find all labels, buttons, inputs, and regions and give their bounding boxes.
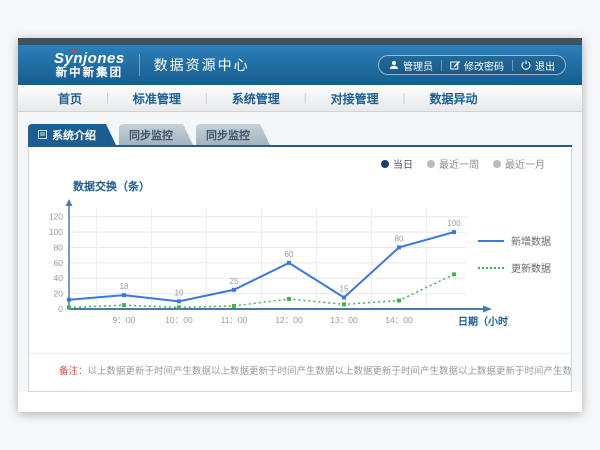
radio-last-week[interactable]: 最近一周: [427, 156, 479, 171]
app-window: Synjones 新中新集团 数据资源中心 管理员 修改密码 退出 首页 | 标…: [18, 38, 582, 412]
time-range-filter: 当日 最近一周 最近一月: [381, 156, 545, 171]
svg-text:15: 15: [340, 284, 349, 293]
radio-last-month[interactable]: 最近一月: [493, 156, 545, 171]
svg-text:11：00: 11：00: [221, 315, 248, 325]
tab-sync-monitor-2[interactable]: 同步监控: [196, 124, 270, 145]
legend-item-new-data[interactable]: 新增数据: [478, 233, 551, 248]
user-toolbar: 管理员 修改密码 退出: [378, 55, 566, 75]
app-header: Synjones 新中新集团 数据资源中心 管理员 修改密码 退出: [18, 45, 582, 85]
svg-text:20: 20: [54, 289, 64, 299]
svg-text:18: 18: [120, 282, 129, 291]
edit-icon: [450, 60, 460, 70]
chart-wrap: 0 20 40 60 80 100 120 9：00 10：00 11：00 12：00 13：00 1…: [39, 197, 509, 354]
svg-text:60: 60: [54, 258, 64, 268]
content-area: 系统介绍 同步监控 同步监控 当日 最近一周: [18, 112, 582, 392]
window-top-strip: [18, 38, 582, 45]
svg-text:25: 25: [230, 277, 239, 286]
svg-text:120: 120: [49, 212, 63, 222]
svg-text:10：00: 10：00: [165, 315, 193, 325]
radio-dot-icon: [381, 160, 389, 168]
user-icon: [389, 60, 399, 70]
pill-separator: [441, 60, 442, 71]
main-nav: 首页 | 标准管理 | 系统管理 | 对接管理 | 数据异动: [18, 85, 582, 112]
radio-today[interactable]: 当日: [381, 156, 413, 171]
pill-separator: [512, 60, 513, 71]
tab-system-intro[interactable]: 系统介绍: [28, 124, 116, 145]
header-divider: [139, 54, 140, 76]
line-chart: 0 20 40 60 80 100 120 9：00 10：00 11：00 12：00 13：00 1…: [39, 197, 509, 349]
legend-item-update-data[interactable]: 更新数据: [478, 260, 551, 275]
tab-bar: 系统介绍 同步监控 同步监控: [28, 124, 572, 145]
footnote-label: 备注：: [59, 366, 88, 377]
svg-text:12：00: 12：00: [275, 315, 303, 325]
y-axis-title: 数据交换（条）: [73, 178, 150, 194]
nav-item-interface-mgmt[interactable]: 对接管理: [307, 90, 403, 107]
footnote-text: 以上数据更新于时间产生数据以上数据更新于时间产生数据以上数据更新于时间产生数据以…: [88, 366, 571, 377]
page-title: 数据资源中心: [154, 55, 250, 75]
logout-button[interactable]: 退出: [521, 58, 555, 73]
nav-item-system-mgmt[interactable]: 系统管理: [208, 90, 304, 107]
svg-text:9：00: 9：00: [113, 315, 136, 325]
svg-text:14：00: 14：00: [385, 315, 413, 325]
svg-text:10: 10: [175, 288, 184, 297]
chart-legend: 新增数据 更新数据: [478, 233, 551, 275]
svg-text:80: 80: [395, 234, 404, 243]
change-password-button[interactable]: 修改密码: [450, 58, 504, 73]
chart-panel: 当日 最近一周 最近一月 数据交换（条） 0 20 40 60 80 100 120 9：00…: [28, 147, 572, 392]
logo-text-cn: 新中新集团: [54, 67, 125, 79]
nav-item-standard-mgmt[interactable]: 标准管理: [109, 90, 205, 107]
nav-item-data-change[interactable]: 数据异动: [406, 90, 502, 107]
admin-user-button[interactable]: 管理员: [389, 58, 433, 73]
logo-text-en: Synjones: [54, 51, 125, 67]
document-icon: [38, 130, 47, 139]
svg-text:0: 0: [58, 304, 63, 314]
svg-text:40: 40: [54, 273, 64, 283]
power-icon: [521, 60, 531, 70]
svg-text:日期（小时）: 日期（小时）: [458, 315, 509, 328]
radio-dot-icon: [427, 160, 435, 168]
tab-sync-monitor-1[interactable]: 同步监控: [119, 124, 193, 145]
nav-item-home[interactable]: 首页: [34, 90, 106, 107]
svg-text:80: 80: [54, 242, 64, 252]
footnote: 备注：以上数据更新于时间产生数据以上数据更新于时间产生数据以上数据更新于时间产生…: [29, 353, 571, 391]
radio-dot-icon: [493, 160, 501, 168]
svg-text:13：00: 13：00: [330, 315, 358, 325]
solid-line-icon: [478, 240, 504, 242]
company-logo: Synjones 新中新集团: [54, 51, 125, 79]
dotted-line-icon: [478, 267, 504, 269]
svg-text:100: 100: [447, 219, 461, 228]
svg-text:100: 100: [49, 227, 63, 237]
svg-text:60: 60: [285, 250, 294, 259]
